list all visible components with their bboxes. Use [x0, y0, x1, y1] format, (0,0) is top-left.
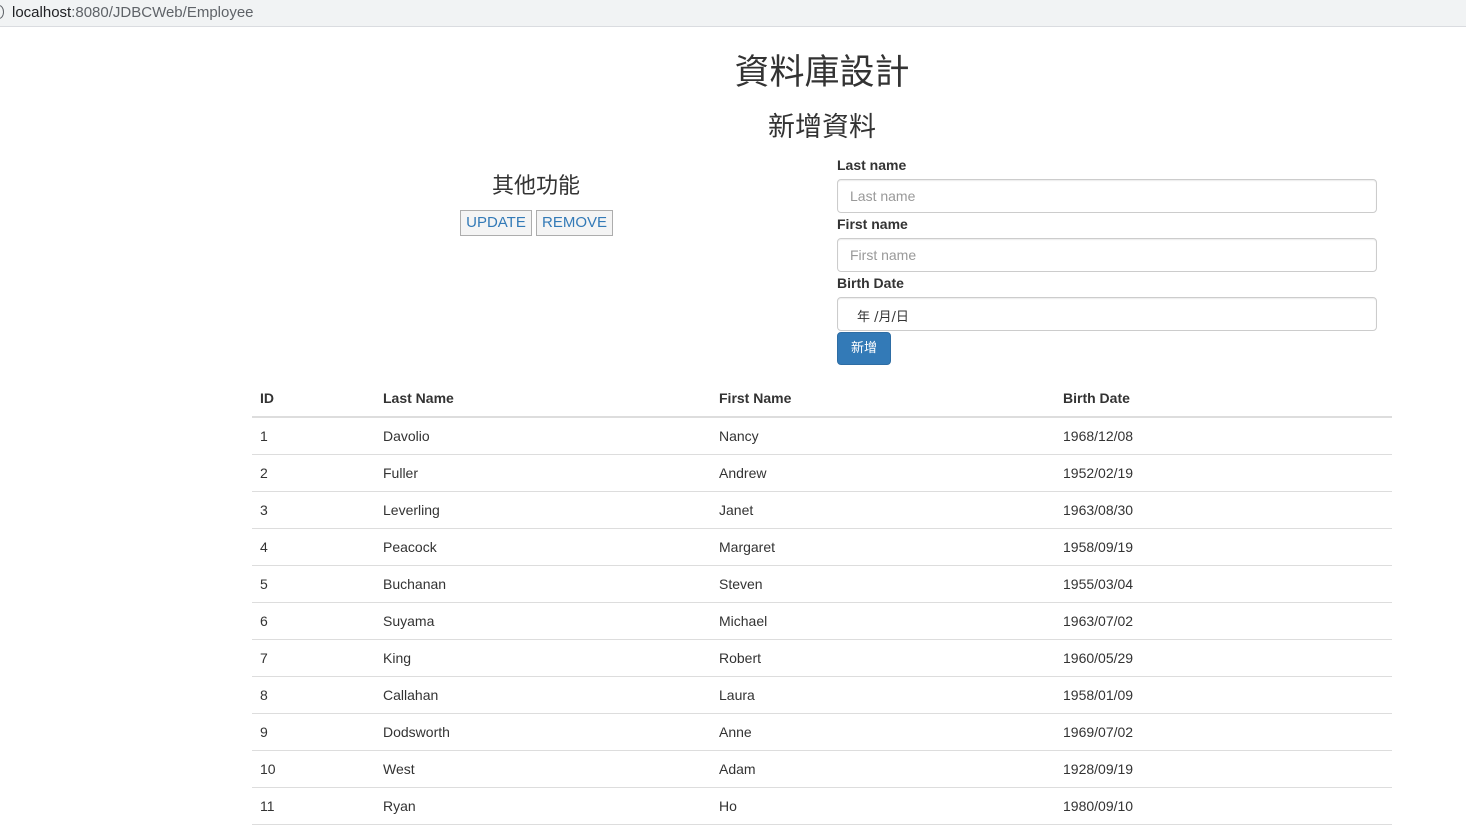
header-first-name: First Name [711, 380, 1055, 418]
birth-date-input[interactable]: 年 /月/日 [837, 297, 1377, 331]
cell-last-name: West [375, 750, 711, 788]
cell-first-name: Andrew [711, 454, 1055, 492]
cell-id: 1 [252, 417, 375, 455]
cell-first-name: Ho [711, 787, 1055, 825]
cell-birth-date: 1963/08/30 [1055, 491, 1392, 529]
url-host: localhost [12, 4, 72, 21]
cell-birth-date: 1969/07/02 [1055, 713, 1392, 751]
table-row: 1 Davolio Nancy 1968/12/08 [252, 417, 1392, 455]
cell-birth-date: 1963/07/02 [1055, 602, 1392, 640]
header-birth-date: Birth Date [1055, 380, 1392, 418]
browser-address-bar[interactable]: localhost:8080/JDBCWeb/Employee [0, 0, 1466, 27]
employee-table: ID Last Name First Name Birth Date 1 Davo… [252, 380, 1392, 825]
table-row: 4 Peacock Margaret 1958/09/19 [252, 528, 1392, 566]
cell-birth-date: 1980/09/10 [1055, 787, 1392, 825]
table-row: 10 West Adam 1928/09/19 [252, 750, 1392, 788]
cell-last-name: Davolio [375, 417, 711, 455]
cell-id: 5 [252, 565, 375, 603]
cell-first-name: Anne [711, 713, 1055, 751]
cell-id: 11 [252, 787, 375, 825]
employee-table-container: ID Last Name First Name Birth Date 1 Davo… [252, 380, 1392, 825]
cell-birth-date: 1955/03/04 [1055, 565, 1392, 603]
url-text[interactable]: localhost:8080/JDBCWeb/Employee [12, 4, 254, 21]
table-row: 7 King Robert 1960/05/29 [252, 639, 1392, 677]
table-row: 9 Dodsworth Anne 1969/07/02 [252, 713, 1392, 751]
cell-id: 6 [252, 602, 375, 640]
cell-birth-date: 1928/09/19 [1055, 750, 1392, 788]
cell-first-name: Nancy [711, 417, 1055, 455]
first-name-input[interactable] [837, 238, 1377, 272]
update-button[interactable]: UPDATE [460, 210, 532, 236]
table-row: 8 Callahan Laura 1958/01/09 [252, 676, 1392, 714]
table-row: 6 Suyama Michael 1963/07/02 [252, 602, 1392, 640]
cell-last-name: Suyama [375, 602, 711, 640]
birth-date-placeholder: 年 /月/日 [857, 310, 909, 325]
cell-first-name: Steven [711, 565, 1055, 603]
cell-first-name: Laura [711, 676, 1055, 714]
cell-last-name: Fuller [375, 454, 711, 492]
cell-last-name: Buchanan [375, 565, 711, 603]
cell-first-name: Margaret [711, 528, 1055, 566]
last-name-input[interactable] [837, 179, 1377, 213]
birth-date-label: Birth Date [837, 275, 904, 291]
cell-last-name: King [375, 639, 711, 677]
cell-id: 4 [252, 528, 375, 566]
cell-first-name: Robert [711, 639, 1055, 677]
cell-birth-date: 1958/09/19 [1055, 528, 1392, 566]
page-title: 資料庫設計 [734, 53, 910, 93]
cell-birth-date: 1952/02/19 [1055, 454, 1392, 492]
cell-id: 10 [252, 750, 375, 788]
first-name-label: First name [837, 216, 908, 232]
cell-first-name: Adam [711, 750, 1055, 788]
cell-last-name: Dodsworth [375, 713, 711, 751]
add-section-title: 新增資料 [768, 112, 876, 143]
table-row: 2 Fuller Andrew 1952/02/19 [252, 454, 1392, 492]
cell-last-name: Callahan [375, 676, 711, 714]
cell-first-name: Janet [711, 491, 1055, 529]
other-functions-title: 其他功能 [491, 174, 580, 199]
header-id: ID [252, 380, 375, 418]
add-submit-button[interactable]: 新增 [837, 332, 891, 365]
table-row: 11 Ryan Ho 1980/09/10 [252, 787, 1392, 825]
table-row: 5 Buchanan Steven 1955/03/04 [252, 565, 1392, 603]
cell-id: 7 [252, 639, 375, 677]
cell-id: 8 [252, 676, 375, 714]
last-name-label: Last name [837, 157, 907, 173]
site-info-icon[interactable] [0, 5, 4, 19]
cell-id: 3 [252, 491, 375, 529]
cell-birth-date: 1960/05/29 [1055, 639, 1392, 677]
url-path: :8080/JDBCWeb/Employee [71, 4, 254, 21]
cell-id: 9 [252, 713, 375, 751]
cell-first-name: Michael [711, 602, 1055, 640]
remove-button[interactable]: REMOVE [536, 210, 613, 236]
cell-last-name: Leverling [375, 491, 711, 529]
cell-last-name: Peacock [375, 528, 711, 566]
cell-birth-date: 1958/01/09 [1055, 676, 1392, 714]
cell-last-name: Ryan [375, 787, 711, 825]
cell-birth-date: 1968/12/08 [1055, 417, 1392, 455]
table-row: 3 Leverling Janet 1963/08/30 [252, 491, 1392, 529]
cell-id: 2 [252, 454, 375, 492]
table-body: 1 Davolio Nancy 1968/12/08 2 Fuller Andrew 1952… [252, 417, 1392, 825]
table-header-row: ID Last Name First Name Birth Date [252, 380, 1392, 418]
header-last-name: Last Name [375, 380, 711, 418]
